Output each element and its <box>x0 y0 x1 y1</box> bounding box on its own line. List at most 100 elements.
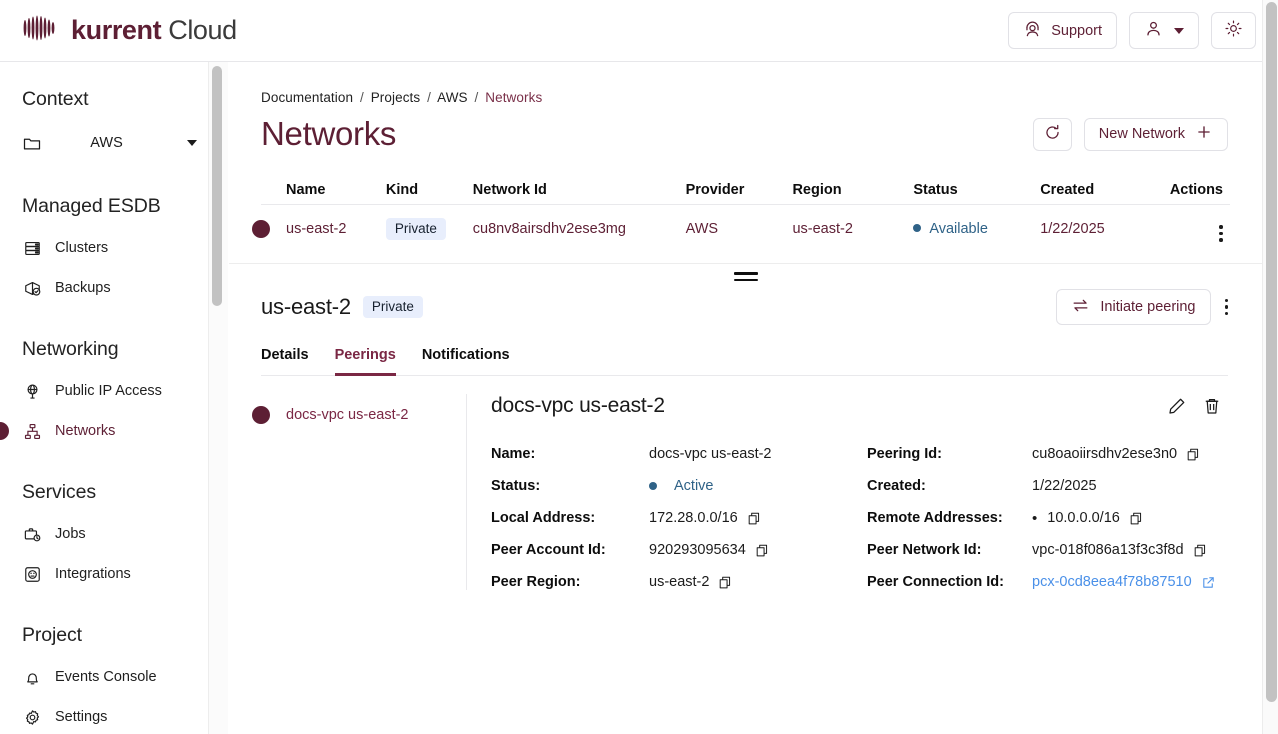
tab-peerings[interactable]: Peerings <box>335 347 396 376</box>
sidebar-scrollbar[interactable] <box>208 62 228 734</box>
peer-region-text: us-east-2 <box>649 574 709 590</box>
peerings-panel: docs-vpc us-east-2 docs-vpc us-east-2 <box>261 394 1228 590</box>
status-dot <box>649 482 657 490</box>
column-header-created: Created <box>1040 182 1150 198</box>
field-value-peer-connection-id: pcx-0cd8eea4f78b87510 <box>1032 574 1228 590</box>
tab-details[interactable]: Details <box>261 347 309 376</box>
field-label-peer-network-id: Peer Network Id: <box>867 542 1032 558</box>
cell-network-id: cu8nv8airsdhv2ese3mg <box>473 221 686 237</box>
peering-list: docs-vpc us-east-2 <box>261 394 466 590</box>
local-address-text: 172.28.0.0/16 <box>649 510 738 526</box>
peering-detail-actions <box>1167 396 1222 416</box>
peering-detail-header: docs-vpc us-east-2 <box>491 394 1228 418</box>
table-row[interactable]: us-east-2 Private cu8nv8airsdhv2ese3mg A… <box>261 205 1230 253</box>
sidebar-scrollbar-thumb[interactable] <box>212 66 222 306</box>
peer-connection-id-link[interactable]: pcx-0cd8eea4f78b87510 <box>1032 574 1192 590</box>
external-link-icon[interactable] <box>1201 575 1216 590</box>
tab-notifications[interactable]: Notifications <box>422 347 510 376</box>
field-label-name: Name: <box>491 446 649 462</box>
sidebar-item-networks[interactable]: Networks <box>0 411 219 451</box>
page-scrollbar-thumb[interactable] <box>1266 2 1277 702</box>
breadcrumb-item-documentation[interactable]: Documentation <box>261 90 353 105</box>
cell-region: us-east-2 <box>792 221 913 237</box>
field-value-peer-account-id: 920293095634 <box>649 542 867 558</box>
page-scrollbar[interactable] <box>1262 0 1278 734</box>
field-label-local-address: Local Address: <box>491 510 649 526</box>
chevron-down-icon <box>1174 28 1184 34</box>
breadcrumb-separator: / <box>475 90 479 105</box>
sidebar-item-events-console[interactable]: Events Console <box>0 657 219 697</box>
peering-id-text: cu8oaoiirsdhv2ese3n0 <box>1032 446 1177 462</box>
delete-trash-icon[interactable] <box>1202 396 1222 416</box>
top-bar-actions: Support <box>1008 12 1256 49</box>
support-button[interactable]: Support <box>1008 12 1117 49</box>
context-value: AWS <box>42 135 187 151</box>
copy-icon[interactable] <box>755 543 770 558</box>
status-dot <box>913 224 921 232</box>
field-value-peering-id: cu8oaoiirsdhv2ese3n0 <box>1032 446 1228 462</box>
column-header-network-id: Network Id <box>473 182 686 198</box>
theme-toggle-button[interactable] <box>1211 12 1256 49</box>
detail-actions-menu-icon[interactable] <box>1225 299 1229 316</box>
field-label-created: Created: <box>867 478 1032 494</box>
sidebar-item-public-ip-access[interactable]: Public IP Access <box>0 371 219 411</box>
sidebar-section-project: Project <box>0 624 219 647</box>
copy-icon[interactable] <box>1186 447 1201 462</box>
account-menu-button[interactable] <box>1129 12 1199 49</box>
peering-detail: docs-vpc us-east-2 <box>466 394 1228 590</box>
detail-actions: Initiate peering <box>1056 289 1228 325</box>
sidebar-section-networking: Networking <box>0 338 219 361</box>
active-indicator <box>0 422 9 440</box>
sidebar-item-integrations[interactable]: Integrations <box>0 554 219 594</box>
breadcrumb-item-projects[interactable]: Projects <box>371 90 421 105</box>
breadcrumb-item-aws[interactable]: AWS <box>437 90 468 105</box>
support-label: Support <box>1051 23 1102 39</box>
list-item[interactable]: docs-vpc us-east-2 <box>261 400 466 430</box>
detail-title-wrap: us-east-2 Private <box>261 294 423 320</box>
sidebar-item-label: Integrations <box>55 566 131 582</box>
copy-icon[interactable] <box>1193 543 1208 558</box>
sidebar-item-clusters[interactable]: Clusters <box>0 228 219 268</box>
globe-icon <box>22 381 42 401</box>
breadcrumb-item-networks[interactable]: Networks <box>485 90 542 105</box>
field-label-peer-account-id: Peer Account Id: <box>491 542 649 558</box>
drag-handle-icon[interactable] <box>734 272 758 281</box>
field-label-status: Status: <box>491 478 649 494</box>
column-header-name: Name <box>261 182 386 198</box>
sidebar-item-label: Settings <box>55 709 107 725</box>
field-label-peer-region: Peer Region: <box>491 574 649 590</box>
page-header: Networks New Network <box>229 105 1262 153</box>
initiate-peering-label: Initiate peering <box>1100 299 1195 315</box>
sidebar-item-settings[interactable]: Settings <box>0 697 219 734</box>
column-header-provider: Provider <box>686 182 793 198</box>
status-badge: Active <box>674 478 714 494</box>
new-network-button[interactable]: New Network <box>1084 118 1228 151</box>
refresh-button[interactable] <box>1033 118 1072 151</box>
field-value-remote-addresses: • 10.0.0.0/16 <box>1032 510 1228 526</box>
edit-pencil-icon[interactable] <box>1167 396 1187 416</box>
gear-icon <box>22 707 42 727</box>
field-value-peer-region: us-east-2 <box>649 574 867 590</box>
copy-icon[interactable] <box>1129 511 1144 526</box>
sidebar-section-managed-esdb: Managed ESDB <box>0 195 219 218</box>
selected-indicator <box>252 406 270 424</box>
row-actions-menu-icon[interactable] <box>1219 225 1223 242</box>
sidebar-item-backups[interactable]: Backups <box>0 268 219 308</box>
initiate-peering-button[interactable]: Initiate peering <box>1056 289 1210 325</box>
copy-icon[interactable] <box>747 511 762 526</box>
field-value-created: 1/22/2025 <box>1032 478 1228 494</box>
sidebar-item-jobs[interactable]: Jobs <box>0 514 219 554</box>
peering-arrows-icon <box>1071 296 1090 319</box>
detail-kind-badge: Private <box>363 296 423 319</box>
detail-header: us-east-2 Private Initiate peering <box>261 289 1228 325</box>
plus-icon <box>1195 123 1213 145</box>
outlet-icon <box>22 564 42 584</box>
status-badge: Available <box>929 221 988 237</box>
brand-name: kurrent <box>71 17 161 44</box>
copy-icon[interactable] <box>718 575 733 590</box>
kind-badge: Private <box>386 218 446 241</box>
networks-table: Name Kind Network Id Provider Region Sta… <box>261 175 1230 253</box>
panel-splitter[interactable] <box>229 263 1262 289</box>
context-selector[interactable]: AWS <box>0 121 219 165</box>
brand-logo[interactable]: kurrent Cloud <box>22 13 237 48</box>
